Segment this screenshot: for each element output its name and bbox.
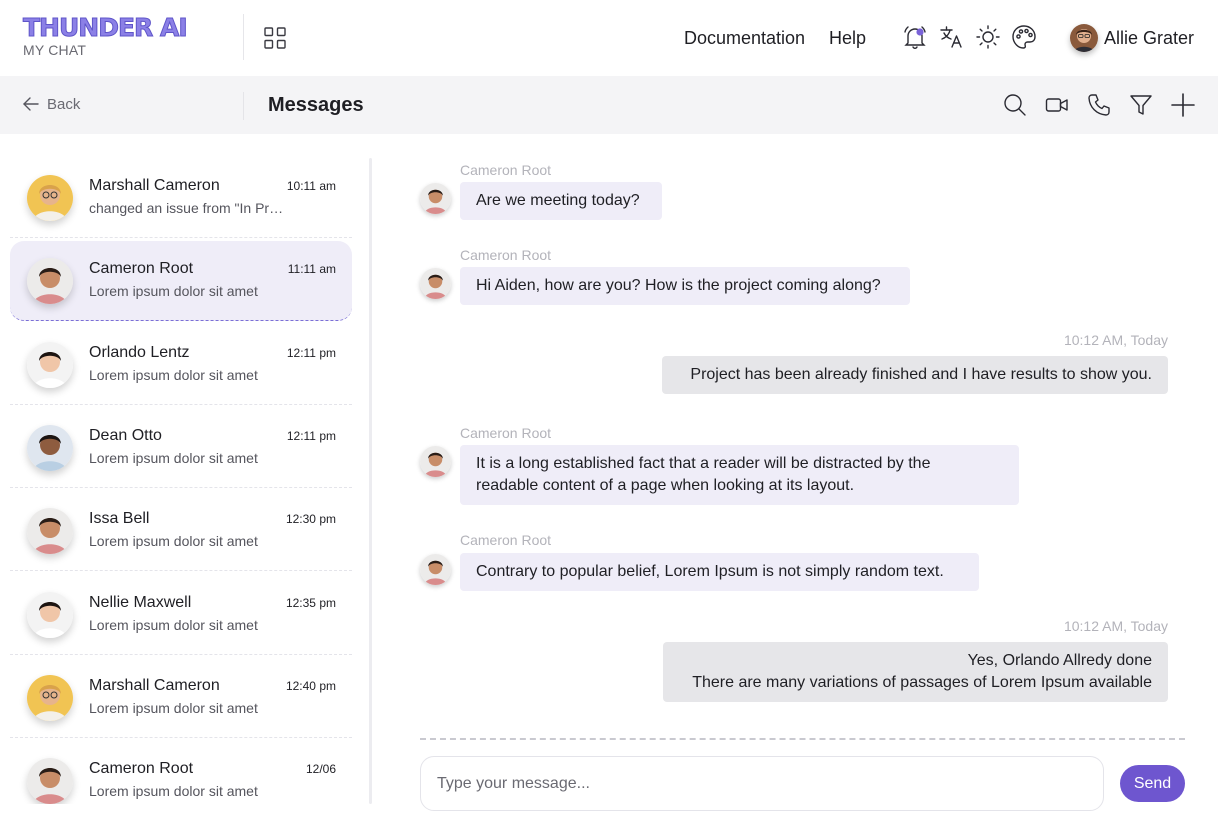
conversation-item[interactable]: Marshall Cameron 12:40 pm Lorem ipsum do… [10,658,352,738]
avatar [27,674,73,721]
bell-icon[interactable] [902,24,928,50]
message-time: 12/06 [305,762,336,777]
divider [243,92,244,120]
page-title: Messages [268,94,364,116]
message-text-line: There are many variations of passages of… [692,674,1152,691]
conversation-item[interactable]: Dean Otto 12:11 pm Lorem ipsum dolor sit… [10,408,352,488]
user-menu[interactable]: Allie Grater [1070,23,1194,53]
message-preview: changed an issue from "In Progress" [89,200,285,216]
plus-icon[interactable] [1171,93,1195,117]
outgoing-message: Yes, Orlando Allredy done There are many … [663,642,1168,702]
avatar [420,268,451,299]
phone-icon[interactable] [1087,93,1111,117]
user-name: Allie Grater [1104,27,1195,48]
sender-name: Cameron Root [460,162,552,178]
message-preview: Lorem ipsum dolor sit amet [89,283,258,300]
message-preview: Lorem ipsum dolor sit amet [89,699,258,716]
message-timestamp: 10:12 AM, Today [1063,332,1168,348]
conversation-item[interactable]: Cameron Root 12/06 Lorem ipsum dolor sit… [10,741,352,804]
contact-name: Nellie Maxwell [89,593,192,611]
arrow-left-icon [23,97,39,111]
message-time: 12:11 pm [286,345,336,360]
avatar [420,554,451,585]
sender-name: Cameron Root [460,532,552,548]
sun-icon[interactable] [975,24,1001,50]
brand-name: THUNDER AI [23,13,189,42]
message-preview: Lorem ipsum dolor sit amet [89,783,258,800]
translate-icon[interactable] [939,24,965,50]
avatar [27,758,73,804]
brand-subtitle: MY CHAT [23,42,87,58]
divider [243,14,244,60]
incoming-message: Are we meeting today? [460,182,662,220]
scrollbar[interactable] [369,158,372,804]
avatar [27,258,73,305]
incoming-message: It is a long established fact that a rea… [460,445,1019,505]
avatar [27,175,73,221]
message-preview: Lorem ipsum dolor sit amet [89,449,258,466]
video-icon[interactable] [1045,93,1069,117]
message-text-line: Hi Aiden, how are you? How is the projec… [476,277,881,294]
incoming-message: Contrary to popular belief, Lorem Ipsum … [460,553,979,591]
message-time: 12:40 pm [285,678,336,693]
avatar [420,446,451,477]
avatar [1070,24,1098,52]
send-button[interactable]: Send [1120,765,1185,802]
conversation-item[interactable]: Cameron Root 11:11 am Lorem ipsum dolor … [10,241,352,322]
messages-toolbar: Back Messages [0,76,1218,134]
sender-name: Cameron Root [460,247,552,263]
conversation-item[interactable]: Issa Bell 12:30 pm Lorem ipsum dolor sit… [10,491,352,572]
nav-documentation-link[interactable]: Documentation [684,27,805,49]
message-text-line: readable content of a page when looking … [476,477,855,494]
message-preview: Lorem ipsum dolor sit amet [89,366,258,383]
filter-icon[interactable] [1129,93,1153,117]
message-timestamp: 10:12 AM, Today [1063,618,1168,634]
grid-icon[interactable] [264,27,286,49]
avatar [27,341,73,388]
contact-name: Marshall Cameron [89,177,220,194]
avatar [27,424,73,471]
search-icon[interactable] [1003,93,1027,117]
avatar [27,591,73,638]
message-preview: Lorem ipsum dolor sit amet [89,533,258,550]
incoming-message: Hi Aiden, how are you? How is the projec… [460,267,910,305]
contact-name: Dean Otto [89,426,162,444]
message-time: 11:11 am [287,262,336,277]
contact-name: Orlando Lentz [89,343,190,361]
message-preview: Lorem ipsum dolor sit amet [89,616,258,633]
contact-name: Issa Bell [89,510,150,528]
outgoing-message: Project has been already finished and I … [662,356,1168,394]
conversation-item[interactable]: Nellie Maxwell 12:35 pm Lorem ipsum dolo… [10,575,352,655]
message-time: 12:35 pm [285,595,336,610]
contact-name: Cameron Root [89,260,194,278]
nav-help-link[interactable]: Help [829,27,866,49]
top-bar: THUNDER AI MY CHAT Documentation Help Al… [0,0,1218,76]
message-text-line: Are we meeting today? [476,192,640,209]
conversation-item[interactable]: Marshall Cameron 10:11 am changed an iss… [10,158,352,238]
message-input[interactable] [420,756,1104,811]
back-label: Back [47,95,81,113]
sender-name: Cameron Root [460,425,552,441]
back-button[interactable]: Back [22,95,80,113]
conversation-list[interactable]: Marshall Cameron 10:11 am changed an iss… [10,158,352,804]
message-text-line: Project has been already finished and I … [690,366,1152,383]
message-time: 10:11 am [286,179,336,193]
avatar [27,508,73,555]
contact-name: Marshall Cameron [89,676,220,694]
brand-logo[interactable]: THUNDER AI MY CHAT [23,13,189,58]
divider [420,738,1185,740]
message-time: 12:11 pm [286,428,336,443]
message-text-line: Yes, Orlando Allredy done [967,652,1152,669]
avatar [420,183,451,214]
contact-name: Cameron Root [89,760,194,778]
message-text-line: Contrary to popular belief, Lorem Ipsum … [476,563,944,580]
message-time: 12:30 pm [285,512,336,527]
palette-icon[interactable] [1011,24,1037,50]
message-text-line: It is a long established fact that a rea… [476,455,931,472]
conversation-item[interactable]: Orlando Lentz 12:11 pm Lorem ipsum dolor… [10,325,352,405]
